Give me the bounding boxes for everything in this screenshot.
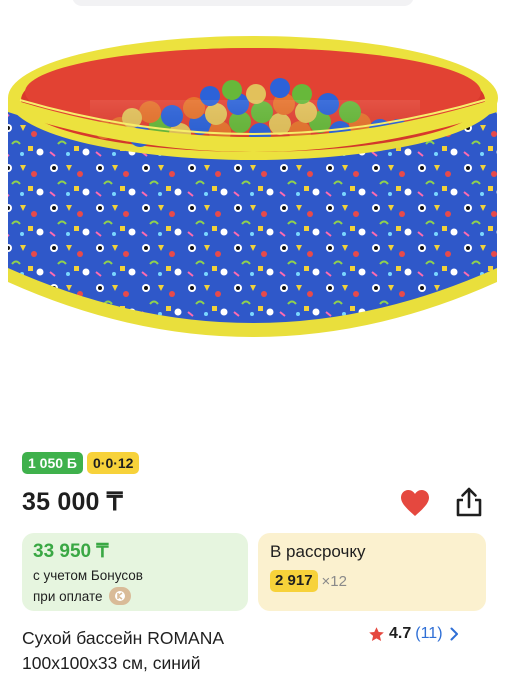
chevron-right-icon[interactable]: [449, 627, 459, 641]
share-icon[interactable]: [454, 486, 484, 518]
kaspi-icon: [108, 587, 131, 605]
installment-monthly-amount: 2 917: [270, 570, 318, 592]
installment-months: ×12: [321, 572, 347, 590]
bonus-price: 33 950 ₸: [33, 541, 109, 562]
product-image[interactable]: [0, 0, 507, 430]
promo-badges: 1 050 Б 0·0·12: [22, 452, 140, 474]
ball-pool-illustration: [8, 36, 498, 337]
product-title: Сухой бассейн ROMANA 100x100x33 см, сини…: [22, 626, 352, 676]
bonus-payment-note: при оплате: [33, 587, 131, 605]
installment-terms: 2 917 ×12: [270, 570, 347, 592]
product-rating[interactable]: 4.7 (11): [368, 625, 459, 643]
bonus-payment-label: при оплате: [33, 588, 103, 604]
bonus-price-card[interactable]: 33 950 ₸ с учетом Бонусов при оплате: [22, 533, 248, 611]
installment-title: В рассрочку: [270, 542, 366, 561]
installment-badge: 0·0·12: [87, 452, 140, 474]
star-icon: [369, 626, 384, 641]
heart-icon[interactable]: [400, 489, 430, 517]
product-title-line1: Сухой бассейн ROMANA: [22, 628, 225, 648]
review-count-link[interactable]: (11): [415, 625, 442, 643]
bonus-badge: 1 050 Б: [22, 452, 83, 474]
rating-value: 4.7: [389, 625, 412, 642]
bonus-note: с учетом Бонусов: [33, 568, 143, 583]
installment-card[interactable]: В рассрочку 2 917 ×12: [258, 533, 486, 611]
product-title-line2: 100x100x33 см, синий: [22, 653, 201, 673]
product-price: 35 000 ₸: [22, 488, 123, 516]
